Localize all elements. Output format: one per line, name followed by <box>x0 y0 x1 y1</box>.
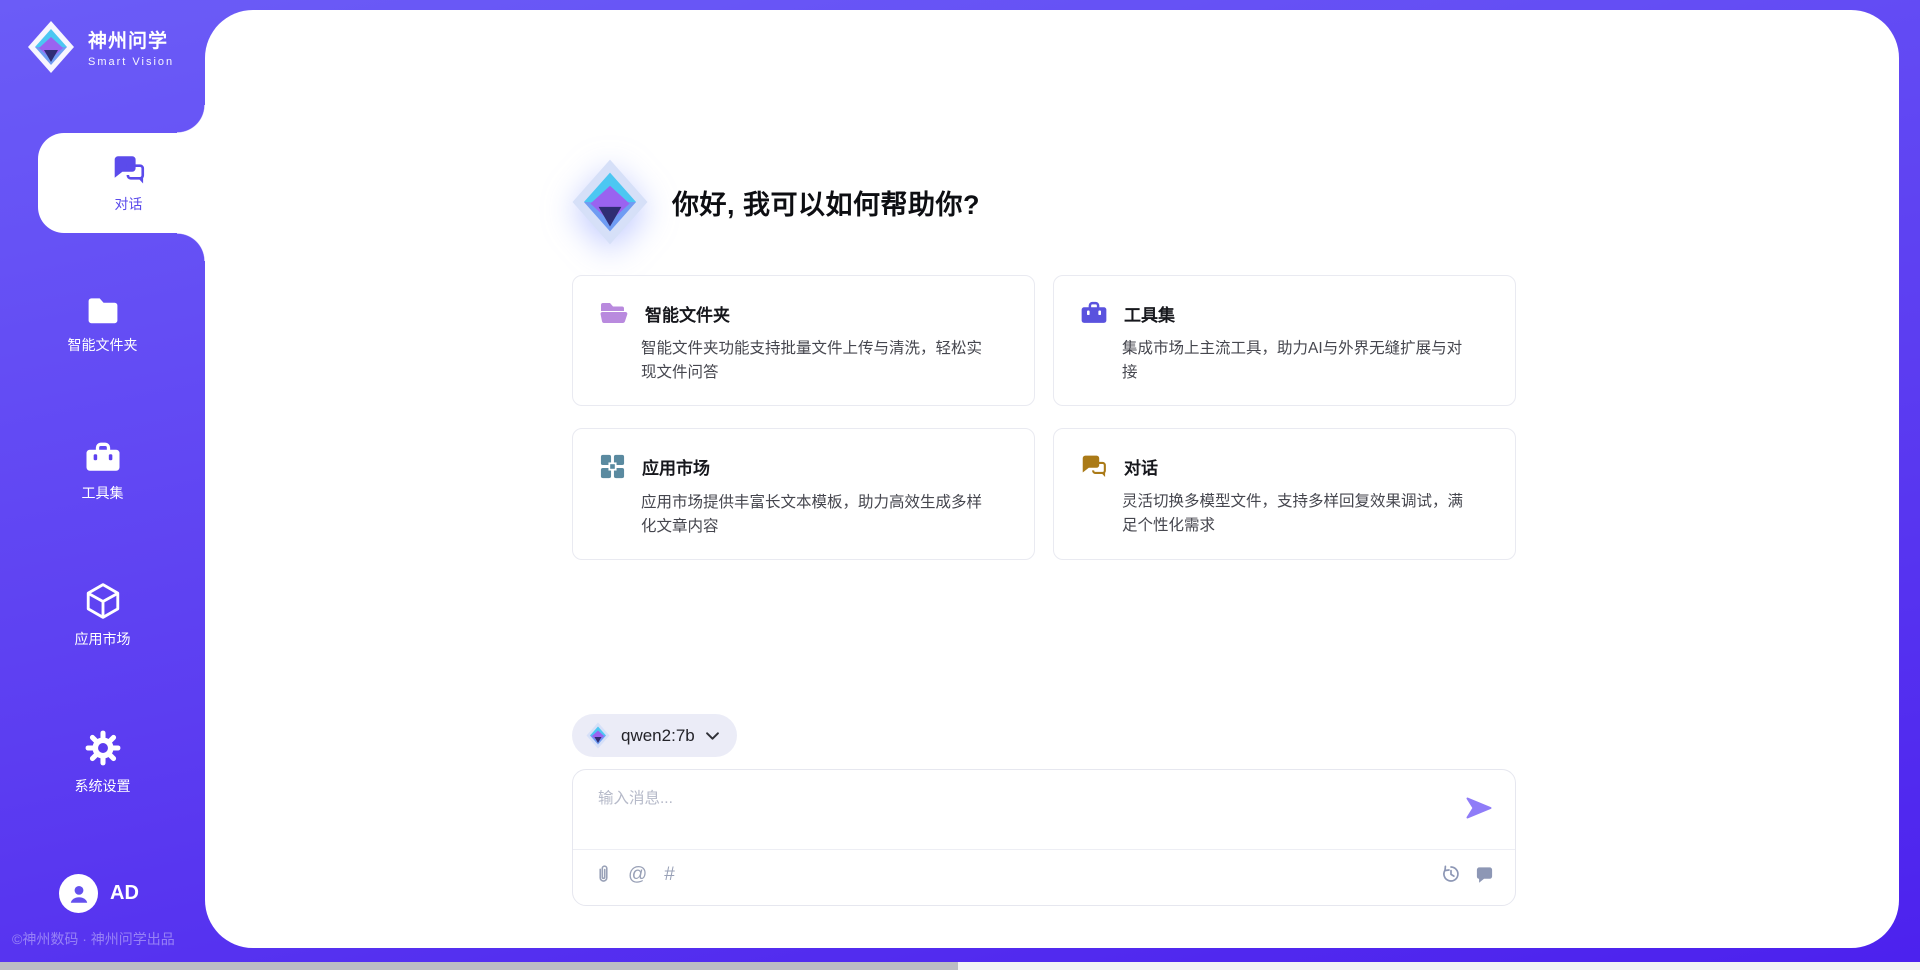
folder-icon <box>85 295 121 326</box>
greeting-block: 你好, 我可以如何帮助你? <box>570 158 980 246</box>
composer-right-tools <box>1441 864 1494 884</box>
brand-subtitle: Smart Vision <box>88 56 174 68</box>
sidebar-item-label: 工具集 <box>82 483 124 503</box>
diamond-logo-icon <box>570 158 650 246</box>
feature-cards: 智能文件夹 智能文件夹功能支持批量文件上传与清洗，轻松实现文件问答 工具集 集成… <box>572 275 1516 560</box>
brand-name: 神州问学 <box>88 26 174 53</box>
sidebar-item-label: 应用市场 <box>75 629 131 649</box>
card-title: 应用市场 <box>642 454 710 479</box>
brand-logo: 神州问学 Smart Vision <box>26 20 174 74</box>
card-smart-folder[interactable]: 智能文件夹 智能文件夹功能支持批量文件上传与清洗，轻松实现文件问答 <box>572 275 1035 406</box>
model-selector[interactable]: qwen2:7b <box>572 714 737 757</box>
toolbox-icon <box>1080 300 1108 326</box>
card-title: 对话 <box>1124 454 1158 479</box>
paperclip-icon[interactable] <box>596 863 611 885</box>
avatar <box>59 874 98 913</box>
horizontal-scrollbar[interactable] <box>0 962 1920 970</box>
composer-left-tools: @ # <box>596 863 675 885</box>
diamond-logo-icon <box>586 722 610 749</box>
sidebar-item-label: 系统设置 <box>75 776 131 796</box>
card-title: 工具集 <box>1124 301 1175 326</box>
app-window: 神州问学 Smart Vision 对话 智能文件夹 工具集 应 <box>0 0 1920 970</box>
message-composer: @ # <box>572 769 1516 906</box>
chat-bubbles-icon <box>111 153 147 186</box>
history-icon[interactable] <box>1441 864 1461 884</box>
card-chat[interactable]: 对话 灵活切换多模型文件，支持多样回复效果调试，满足个性化需求 <box>1053 428 1516 560</box>
cube-icon <box>84 582 122 620</box>
sidebar-item-settings[interactable]: 系统设置 <box>0 720 205 804</box>
scrollbar-thumb[interactable] <box>0 962 958 970</box>
sidebar-item-smart-folder[interactable]: 智能文件夹 <box>0 283 205 367</box>
sidebar-item-toolset[interactable]: 工具集 <box>0 430 205 514</box>
composer-divider <box>573 849 1515 850</box>
sidebar-item-label: 对话 <box>115 194 143 214</box>
user-profile[interactable]: AD <box>59 874 139 913</box>
gear-icon <box>84 729 122 767</box>
message-input[interactable] <box>598 786 1438 841</box>
chat-bubble-icon[interactable] <box>1475 865 1494 884</box>
hash-icon[interactable]: # <box>664 865 675 884</box>
card-description: 智能文件夹功能支持批量文件上传与清洗，轻松实现文件问答 <box>641 337 987 385</box>
card-description: 灵活切换多模型文件，支持多样回复效果调试，满足个性化需求 <box>1122 490 1468 538</box>
model-name: qwen2:7b <box>621 726 695 746</box>
at-icon[interactable]: @ <box>628 865 647 884</box>
toolbox-icon <box>84 441 122 474</box>
greeting-title: 你好, 我可以如何帮助你? <box>672 183 980 222</box>
folder-open-icon <box>599 300 629 326</box>
card-description: 集成市场上主流工具，助力AI与外界无缝扩展与对接 <box>1122 337 1468 385</box>
chat-bubbles-icon <box>1080 453 1108 479</box>
send-arrow-icon <box>1466 797 1492 819</box>
copyright-text: ©神州数码 · 神州问学出品 <box>12 929 175 949</box>
sidebar-item-chat[interactable]: 对话 <box>38 133 219 233</box>
user-initials: AD <box>110 882 139 905</box>
sidebar-item-label: 智能文件夹 <box>68 335 138 355</box>
person-icon <box>67 882 91 906</box>
send-button[interactable] <box>1466 797 1492 819</box>
diamond-logo-icon <box>26 20 76 74</box>
card-description: 应用市场提供丰富长文本模板，助力高效生成多样化文章内容 <box>641 491 987 539</box>
chevron-down-icon <box>706 732 719 740</box>
card-toolset[interactable]: 工具集 集成市场上主流工具，助力AI与外界无缝扩展与对接 <box>1053 275 1516 406</box>
card-app-market[interactable]: 应用市场 应用市场提供丰富长文本模板，助力高效生成多样化文章内容 <box>572 428 1035 560</box>
grid-icon <box>599 453 626 480</box>
sidebar-item-app-market[interactable]: 应用市场 <box>0 573 205 657</box>
card-title: 智能文件夹 <box>645 301 730 326</box>
